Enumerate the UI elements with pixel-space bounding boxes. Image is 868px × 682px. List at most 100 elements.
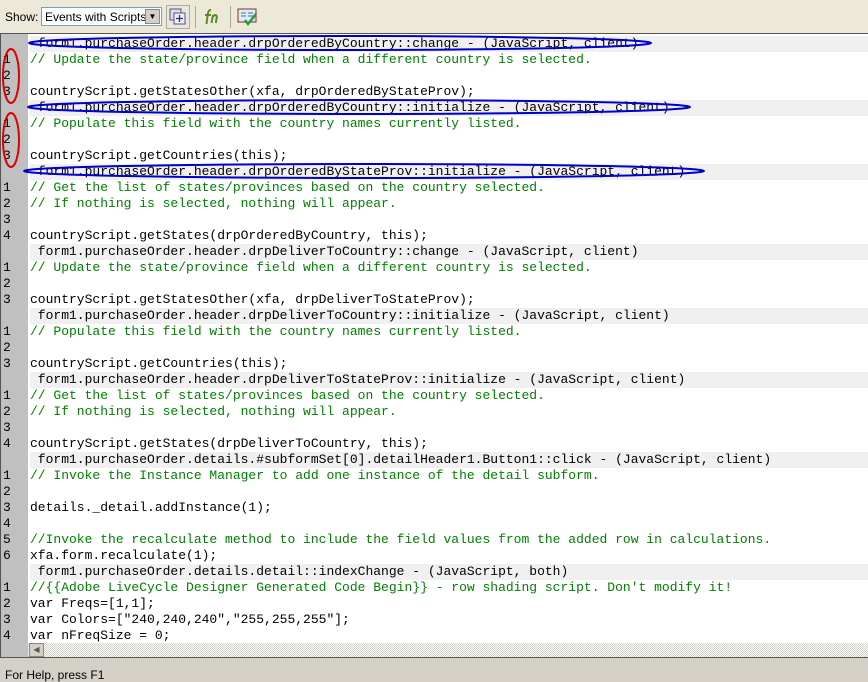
- event-header-text[interactable]: form1.purchaseOrder.header.drpDeliverToC…: [30, 244, 868, 260]
- event-header-text[interactable]: form1.purchaseOrder.header.drpDeliverToS…: [30, 372, 868, 388]
- line-number: 1: [3, 468, 11, 483]
- code-text[interactable]: xfa.form.recalculate(1);: [30, 548, 868, 564]
- code-line[interactable]: 2 // If nothing is selected, nothing will…: [1, 404, 868, 420]
- event-header-line[interactable]: form1.purchaseOrder.header.drpOrderedByC…: [1, 100, 868, 116]
- functions-icon: [205, 9, 218, 25]
- script-lines[interactable]: form1.purchaseOrder.header.drpOrderedByC…: [1, 36, 868, 644]
- event-header-line[interactable]: form1.purchaseOrder.details.detail::inde…: [1, 564, 868, 580]
- event-header-line[interactable]: form1.purchaseOrder.header.drpOrderedByC…: [1, 36, 868, 52]
- code-line[interactable]: 2 var Freqs=[1,1];: [1, 596, 868, 612]
- code-line[interactable]: 2: [1, 132, 868, 148]
- code-text[interactable]: countryScript.getCountries(this);: [30, 356, 868, 372]
- code-text[interactable]: countryScript.getStates(drpOrderedByCoun…: [30, 228, 868, 244]
- check-script-syntax-icon: [237, 8, 257, 27]
- line-number: 3: [3, 612, 11, 627]
- chevron-down-icon[interactable]: ▼: [145, 9, 160, 24]
- code-line[interactable]: 1 // Update the state/province field when…: [1, 52, 868, 68]
- line-number: 4: [3, 516, 11, 531]
- code-comment[interactable]: // Invoke the Instance Manager to add on…: [30, 468, 868, 484]
- line-number: 1: [3, 324, 11, 339]
- show-events-dropdown[interactable]: Events with Scripts ▼: [41, 7, 162, 26]
- code-line[interactable]: 1 // Get the list of states/provinces bas…: [1, 180, 868, 196]
- code-comment[interactable]: //Invoke the recalculate method to inclu…: [30, 532, 868, 548]
- code-line[interactable]: 3: [1, 420, 868, 436]
- event-header-text[interactable]: form1.purchaseOrder.header.drpDeliverToC…: [30, 308, 868, 324]
- event-header-line[interactable]: form1.purchaseOrder.details.#subformSet[…: [1, 452, 868, 468]
- line-number: 2: [3, 404, 11, 419]
- code-comment[interactable]: // Get the list of states/provinces base…: [30, 388, 868, 404]
- line-number: 3: [3, 148, 11, 163]
- code-line[interactable]: 1 //{{Adobe LiveCycle Designer Generated …: [1, 580, 868, 596]
- code-line[interactable]: 4 var nFreqSize = 0;: [1, 628, 868, 644]
- code-text[interactable]: var nFreqSize = 0;: [30, 628, 868, 644]
- code-comment[interactable]: // Update the state/province field when …: [30, 52, 868, 68]
- line-number: 2: [3, 484, 11, 499]
- code-text[interactable]: countryScript.getCountries(this);: [30, 148, 868, 164]
- event-header-line[interactable]: form1.purchaseOrder.header.drpDeliverToS…: [1, 372, 868, 388]
- code-line[interactable]: 3 countryScript.getStatesOther(xfa, drpOr…: [1, 84, 868, 100]
- horizontal-scrollbar[interactable]: ◀: [28, 643, 868, 657]
- code-line[interactable]: 1 // Get the list of states/provinces bas…: [1, 388, 868, 404]
- script-editor[interactable]: form1.purchaseOrder.header.drpOrderedByC…: [0, 33, 868, 658]
- line-number: 1: [3, 116, 11, 131]
- line-number: 4: [3, 628, 11, 643]
- code-line[interactable]: 2 // If nothing is selected, nothing will…: [1, 196, 868, 212]
- code-comment[interactable]: // Populate this field with the country …: [30, 116, 868, 132]
- check-syntax-button[interactable]: [236, 5, 260, 29]
- line-number: 3: [3, 356, 11, 371]
- code-line[interactable]: 1 // Update the state/province field when…: [1, 260, 868, 276]
- code-line[interactable]: 4 countryScript.getStates(drpDeliverToCou…: [1, 436, 868, 452]
- code-line[interactable]: 3 countryScript.getStatesOther(xfa, drpDe…: [1, 292, 868, 308]
- line-number: 3: [3, 500, 11, 515]
- event-header-text[interactable]: form1.purchaseOrder.header.drpOrderedByS…: [30, 164, 868, 180]
- code-comment[interactable]: // Populate this field with the country …: [30, 324, 868, 340]
- scroll-left-icon[interactable]: ◀: [29, 643, 44, 657]
- code-line[interactable]: 4 countryScript.getStates(drpOrderedByCou…: [1, 228, 868, 244]
- event-header-text[interactable]: form1.purchaseOrder.header.drpOrderedByC…: [30, 36, 868, 52]
- code-comment[interactable]: // Update the state/province field when …: [30, 260, 868, 276]
- code-line[interactable]: 1 // Invoke the Instance Manager to add o…: [1, 468, 868, 484]
- event-header-text[interactable]: form1.purchaseOrder.details.detail::inde…: [30, 564, 868, 580]
- event-header-line[interactable]: form1.purchaseOrder.header.drpOrderedByS…: [1, 164, 868, 180]
- code-line[interactable]: 3 countryScript.getCountries(this);: [1, 356, 868, 372]
- show-events-value: Events with Scripts: [45, 10, 147, 24]
- show-label: Show:: [5, 10, 39, 24]
- code-line[interactable]: 2: [1, 340, 868, 356]
- line-number: 2: [3, 196, 11, 211]
- code-line[interactable]: 2: [1, 68, 868, 84]
- code-line[interactable]: 3 var Colors=["240,240,240","255,255,255"…: [1, 612, 868, 628]
- code-line[interactable]: 5 //Invoke the recalculate method to incl…: [1, 532, 868, 548]
- code-line[interactable]: 2: [1, 276, 868, 292]
- event-header-text[interactable]: form1.purchaseOrder.details.#subformSet[…: [30, 452, 868, 468]
- line-number: 2: [3, 276, 11, 291]
- code-comment[interactable]: // Get the list of states/provinces base…: [30, 180, 868, 196]
- show-child-events-button[interactable]: [166, 5, 190, 29]
- line-number: 1: [3, 52, 11, 67]
- code-text[interactable]: var Colors=["240,240,240","255,255,255"]…: [30, 612, 868, 628]
- event-header-line[interactable]: form1.purchaseOrder.header.drpDeliverToC…: [1, 308, 868, 324]
- code-line[interactable]: 6 xfa.form.recalculate(1);: [1, 548, 868, 564]
- code-comment[interactable]: //{{Adobe LiveCycle Designer Generated C…: [30, 580, 868, 596]
- event-header-text[interactable]: form1.purchaseOrder.header.drpOrderedByC…: [30, 100, 868, 116]
- code-line[interactable]: 3: [1, 212, 868, 228]
- code-text[interactable]: countryScript.getStatesOther(xfa, drpOrd…: [30, 84, 868, 100]
- code-line[interactable]: 1 // Populate this field with the country…: [1, 116, 868, 132]
- functions-button[interactable]: [201, 5, 225, 29]
- show-events-for-child-objects-icon: [169, 8, 186, 25]
- line-number: 3: [3, 84, 11, 99]
- code-comment[interactable]: // If nothing is selected, nothing will …: [30, 404, 868, 420]
- code-text[interactable]: var Freqs=[1,1];: [30, 596, 868, 612]
- code-text[interactable]: details._detail.addInstance(1);: [30, 500, 868, 516]
- code-line[interactable]: 4: [1, 516, 868, 532]
- line-number: 2: [3, 68, 11, 83]
- code-text[interactable]: countryScript.getStatesOther(xfa, drpDel…: [30, 292, 868, 308]
- code-line[interactable]: 3 countryScript.getCountries(this);: [1, 148, 868, 164]
- code-comment[interactable]: // If nothing is selected, nothing will …: [30, 196, 868, 212]
- code-line[interactable]: 1 // Populate this field with the country…: [1, 324, 868, 340]
- code-line[interactable]: 2: [1, 484, 868, 500]
- toolbar-separator: [195, 6, 196, 28]
- event-header-line[interactable]: form1.purchaseOrder.header.drpDeliverToC…: [1, 244, 868, 260]
- code-text[interactable]: countryScript.getStates(drpDeliverToCoun…: [30, 436, 868, 452]
- code-line[interactable]: 3 details._detail.addInstance(1);: [1, 500, 868, 516]
- line-number: 4: [3, 228, 11, 243]
